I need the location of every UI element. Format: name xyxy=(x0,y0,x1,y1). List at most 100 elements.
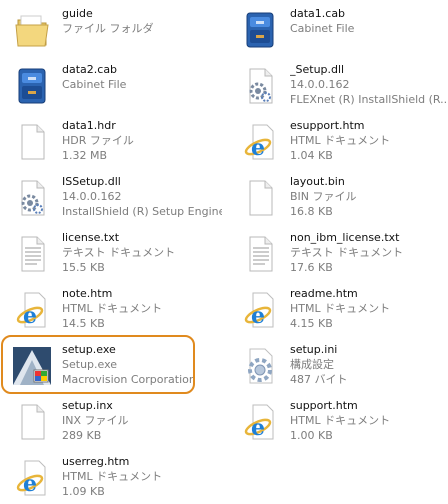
file-info: _Setup.dll 14.0.0.162 FLEXnet (R) InstallS… xyxy=(290,62,448,107)
file-name: setup.inx xyxy=(62,399,113,412)
file-name: data1.cab xyxy=(290,7,346,20)
file-tile[interactable]: layout.bin BIN ファイル 16.8 KB xyxy=(232,172,448,224)
svg-text:e: e xyxy=(251,415,265,441)
file-tile[interactable]: data1.cab Cabinet File xyxy=(232,4,448,56)
file-tile[interactable]: e userreg.htm HTML ドキュメント 1.09 KB xyxy=(4,452,224,504)
file-detail: 4.15 KB xyxy=(290,317,333,330)
file-name: ISSetup.dll xyxy=(62,175,121,188)
file-type: Cabinet File xyxy=(62,78,127,91)
file-detail: 1.00 KB xyxy=(290,429,333,442)
file-info: layout.bin BIN ファイル 16.8 KB xyxy=(290,174,448,219)
ie-document-icon: e xyxy=(12,458,52,498)
file-name: license.txt xyxy=(62,231,120,244)
selection-highlight xyxy=(1,335,195,394)
ini-gear-icon xyxy=(240,346,280,386)
cabinet-icon xyxy=(240,10,280,50)
file-name: non_ibm_license.txt xyxy=(290,231,400,244)
file-type: HTML ドキュメント xyxy=(62,302,163,315)
file-type: 14.0.0.162 xyxy=(62,190,122,203)
svg-text:e: e xyxy=(251,303,265,329)
file-info: readme.htm HTML ドキュメント 4.15 KB xyxy=(290,286,448,331)
file-type: HTML ドキュメント xyxy=(290,414,391,427)
file-name: support.htm xyxy=(290,399,358,412)
file-info: ISSetup.dll 14.0.0.162 InstallShield (R) S… xyxy=(62,174,222,219)
text-file-icon xyxy=(12,234,52,274)
svg-text:e: e xyxy=(23,303,37,329)
file-type: ファイル フォルダ xyxy=(62,22,154,35)
file-info: support.htm HTML ドキュメント 1.00 KB xyxy=(290,398,448,443)
file-info: non_ibm_license.txt テキスト ドキュメント 17.6 KB xyxy=(290,230,448,275)
file-tile[interactable]: e esupport.htm HTML ドキュメント 1.04 KB xyxy=(232,116,448,168)
file-name: layout.bin xyxy=(290,175,345,188)
file-name: data1.hdr xyxy=(62,119,116,132)
file-info: esupport.htm HTML ドキュメント 1.04 KB xyxy=(290,118,448,163)
ie-document-icon: e xyxy=(240,290,280,330)
file-name: readme.htm xyxy=(290,287,358,300)
file-detail: 15.5 KB xyxy=(62,261,105,274)
file-detail xyxy=(62,36,222,51)
dll-gear-icon xyxy=(240,66,280,106)
blank-file-icon xyxy=(12,402,52,442)
file-name: esupport.htm xyxy=(290,119,365,132)
file-type: HDR ファイル xyxy=(62,134,134,147)
file-type: HTML ドキュメント xyxy=(290,302,391,315)
file-name: data2.cab xyxy=(62,63,118,76)
file-info: data1.cab Cabinet File xyxy=(290,6,448,51)
ie-document-icon: e xyxy=(12,290,52,330)
file-tile[interactable]: non_ibm_license.txt テキスト ドキュメント 17.6 KB xyxy=(232,228,448,280)
file-type: テキスト ドキュメント xyxy=(290,246,404,259)
file-name: setup.ini xyxy=(290,343,338,356)
file-detail: 1.32 MB xyxy=(62,149,108,162)
file-tile[interactable]: data1.hdr HDR ファイル 1.32 MB xyxy=(4,116,224,168)
file-tile[interactable]: ISSetup.dll 14.0.0.162 InstallShield (R) S… xyxy=(4,172,224,224)
file-detail: FLEXnet (R) InstallShield (R... xyxy=(290,93,448,106)
file-name: guide xyxy=(62,7,93,20)
file-tile[interactable]: e readme.htm HTML ドキュメント 4.15 KB xyxy=(232,284,448,336)
file-tile[interactable]: setup.inx INX ファイル 289 KB xyxy=(4,396,224,448)
blank-file-icon xyxy=(240,178,280,218)
file-detail: 16.8 KB xyxy=(290,205,333,218)
file-tile[interactable]: guide ファイル フォルダ xyxy=(4,4,224,56)
svg-text:e: e xyxy=(251,135,265,161)
file-type: HTML ドキュメント xyxy=(290,134,391,147)
file-detail xyxy=(62,92,222,107)
blank-file-icon xyxy=(12,122,52,162)
file-info: license.txt テキスト ドキュメント 15.5 KB xyxy=(62,230,222,275)
file-type: HTML ドキュメント xyxy=(62,470,163,483)
dll-gear-icon xyxy=(12,178,52,218)
file-detail: 17.6 KB xyxy=(290,261,333,274)
file-type: Cabinet File xyxy=(290,22,355,35)
file-tile[interactable]: e note.htm HTML ドキュメント 14.5 KB xyxy=(4,284,224,336)
file-info: data1.hdr HDR ファイル 1.32 MB xyxy=(62,118,222,163)
file-tile[interactable]: _Setup.dll 14.0.0.162 FLEXnet (R) InstallS… xyxy=(232,60,448,112)
ie-document-icon: e xyxy=(240,122,280,162)
file-detail: 14.5 KB xyxy=(62,317,105,330)
file-info: userreg.htm HTML ドキュメント 1.09 KB xyxy=(62,454,222,499)
text-file-icon xyxy=(240,234,280,274)
file-type: 14.0.0.162 xyxy=(290,78,350,91)
file-info: guide ファイル フォルダ xyxy=(62,6,222,51)
file-name: note.htm xyxy=(62,287,113,300)
file-tile[interactable]: setup.ini 構成設定 487 バイト xyxy=(232,340,448,392)
file-tile[interactable]: e support.htm HTML ドキュメント 1.00 KB xyxy=(232,396,448,448)
file-info: data2.cab Cabinet File xyxy=(62,62,222,107)
file-type: テキスト ドキュメント xyxy=(62,246,176,259)
file-detail: 1.09 KB xyxy=(62,485,105,498)
cabinet-icon xyxy=(12,66,52,106)
file-tile[interactable]: data2.cab Cabinet File xyxy=(4,60,224,112)
file-detail: 289 KB xyxy=(62,429,102,442)
svg-text:e: e xyxy=(23,471,37,497)
file-info: setup.inx INX ファイル 289 KB xyxy=(62,398,222,443)
file-name: _Setup.dll xyxy=(290,63,345,76)
file-detail: 1.04 KB xyxy=(290,149,333,162)
ie-document-icon: e xyxy=(240,402,280,442)
file-detail xyxy=(290,36,448,51)
file-type: 構成設定 xyxy=(290,358,334,371)
file-type: BIN ファイル xyxy=(290,190,357,203)
folder-icon xyxy=(12,10,52,50)
file-detail: 487 バイト xyxy=(290,373,348,386)
file-tile[interactable]: license.txt テキスト ドキュメント 15.5 KB xyxy=(4,228,224,280)
file-info: note.htm HTML ドキュメント 14.5 KB xyxy=(62,286,222,331)
file-name: userreg.htm xyxy=(62,455,130,468)
file-detail: InstallShield (R) Setup Engine xyxy=(62,205,222,218)
